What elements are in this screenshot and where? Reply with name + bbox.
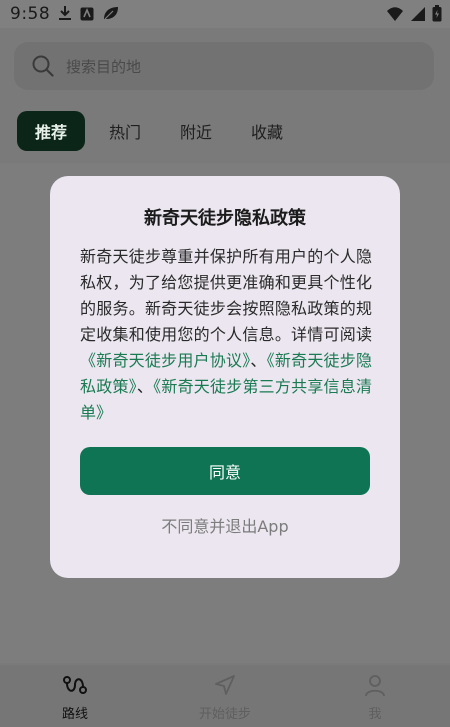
separator-text: 、 — [250, 351, 267, 370]
separator-text: 、 — [136, 377, 154, 396]
privacy-policy-dialog: 新奇天徒步隐私政策 新奇天徒步尊重并保护所有用户的个人隐私权，为了给您提供更准确… — [50, 176, 400, 578]
user-agreement-link[interactable]: 《新奇天徒步用户协议》 — [80, 351, 250, 370]
dialog-body-text: 新奇天徒步尊重并保护所有用户的个人隐私权，为了给您提供更准确和更具个性化的服务。… — [80, 247, 372, 344]
search-icon — [32, 55, 54, 81]
agree-button[interactable]: 同意 — [80, 447, 370, 495]
search-input[interactable]: 搜索目的地 — [14, 42, 434, 90]
disagree-and-exit-button[interactable]: 不同意并退出App — [50, 513, 400, 537]
signal-icon — [410, 6, 426, 26]
leaf-icon — [102, 5, 120, 25]
dialog-body: 新奇天徒步尊重并保护所有用户的个人隐私权，为了给您提供更准确和更具个性化的服务。… — [80, 244, 372, 426]
search-placeholder: 搜索目的地 — [66, 58, 142, 76]
tab-favorites[interactable]: 收藏 — [234, 111, 300, 151]
status-time: 9:58 — [10, 4, 51, 24]
app-icon — [80, 6, 94, 25]
bottom-navigation: 路线 开始徒步 我 — [0, 665, 450, 727]
nav-item-start-hike[interactable]: 开始徒步 — [185, 673, 265, 722]
tab-recommend[interactable]: 推荐 — [17, 111, 86, 151]
battery-icon — [432, 5, 442, 26]
user-icon — [363, 675, 387, 701]
nav-label-start-hike: 开始徒步 — [198, 707, 251, 722]
nav-label-me: 我 — [368, 707, 382, 722]
download-icon — [58, 5, 72, 25]
status-system-icons — [386, 5, 442, 26]
tab-nearby[interactable]: 附近 — [163, 111, 229, 151]
navigation-arrow-icon — [213, 675, 237, 701]
route-icon — [62, 676, 88, 701]
category-tabs: 推荐 热门 附近 收藏 — [17, 111, 305, 151]
tab-popular[interactable]: 热门 — [92, 111, 158, 151]
nav-label-routes: 路线 — [61, 707, 88, 722]
nav-item-me[interactable]: 我 — [335, 673, 415, 722]
status-bar: 9:58 — [0, 0, 450, 28]
dialog-title: 新奇天徒步隐私政策 — [144, 208, 306, 229]
status-notification-icons — [58, 5, 120, 25]
wifi-icon — [386, 6, 404, 26]
nav-item-routes[interactable]: 路线 — [35, 673, 115, 722]
